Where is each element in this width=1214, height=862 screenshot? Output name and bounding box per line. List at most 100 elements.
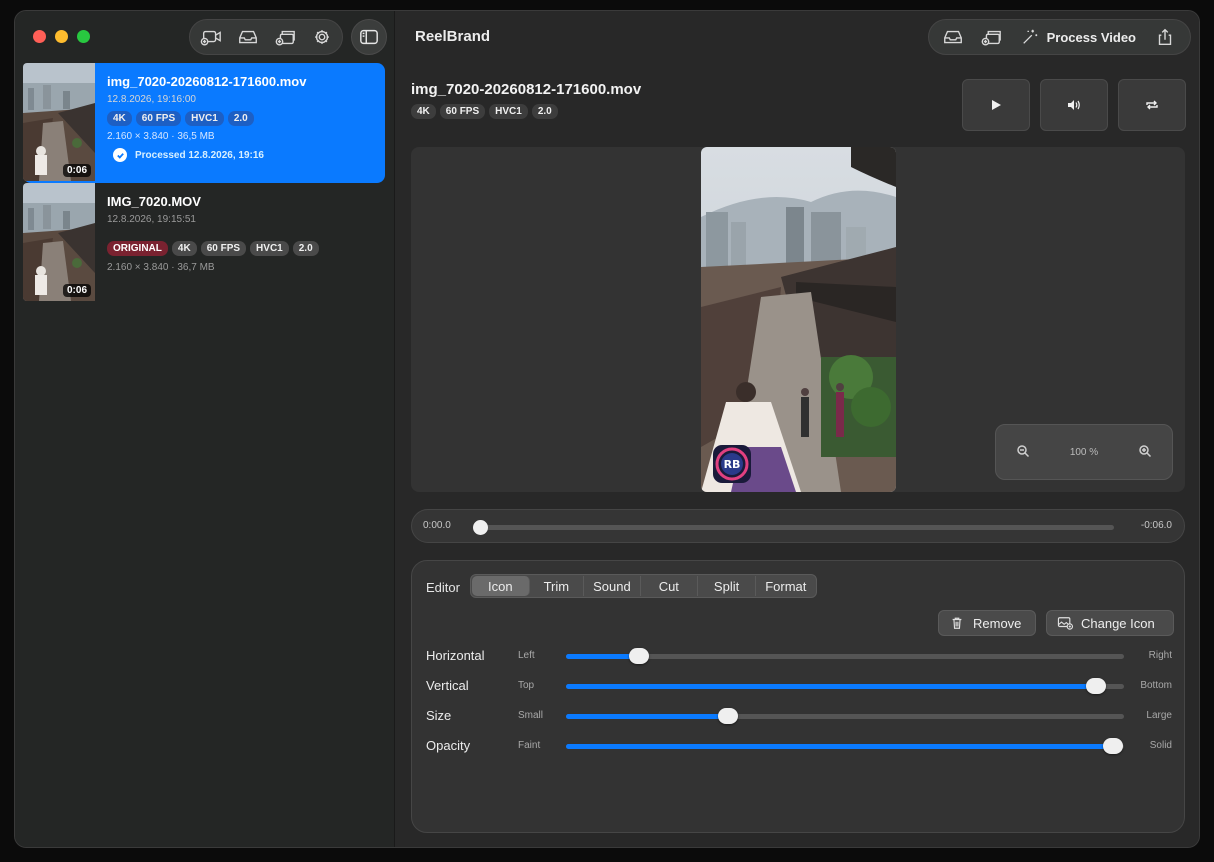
slider-knob[interactable] (1102, 738, 1123, 754)
checkmark-icon (113, 148, 127, 162)
close-window-button[interactable] (33, 30, 46, 43)
slider-min-label: Top (518, 680, 535, 691)
trash-icon (952, 617, 962, 629)
slider-min-label: Faint (518, 740, 541, 751)
loop-button[interactable] (1118, 79, 1186, 131)
slider-track[interactable] (566, 708, 1124, 724)
play-icon (992, 100, 1001, 110)
file-name: IMG_7020.MOV (107, 194, 201, 209)
tab-trim[interactable]: Trim (530, 576, 585, 596)
tab-sound[interactable]: Sound (584, 576, 641, 596)
slider-max-label: Bottom (1140, 680, 1172, 691)
slider-fill (566, 654, 639, 659)
speaker-icon (1068, 100, 1080, 110)
tab-split[interactable]: Split (698, 576, 757, 596)
inbox-icon[interactable] (937, 20, 969, 54)
slider-fill (566, 744, 1113, 749)
editor-label: Editor (426, 580, 460, 595)
badge-codec: HVC1 (185, 111, 224, 126)
video-badges: 4K 60 FPS HVC1 2.0 (411, 104, 558, 119)
slider-horizontal: Horizontal Left Right (426, 646, 1172, 666)
slider-track[interactable] (566, 648, 1124, 664)
badge-audio: 2.0 (227, 111, 254, 126)
overlay-logo-text: RB (724, 458, 741, 471)
main-toolbar: Process Video (927, 19, 1191, 55)
zoom-window-button[interactable] (77, 30, 90, 43)
badge-fps: 60 FPS (200, 241, 247, 256)
editor-panel: Editor Icon Trim Sound Cut Split Format … (411, 560, 1185, 833)
badge-codec: HVC1 (250, 241, 289, 256)
slider-knob[interactable] (1086, 678, 1107, 694)
file-resolution: 2.160 × 3.840 · 36,5 MB (107, 131, 215, 142)
photo-icon (1057, 617, 1073, 630)
duration-label: 0:06 (62, 284, 91, 297)
zoom-level: 100 % (1069, 446, 1099, 458)
file-name: img_7020-20260812-171600.mov (107, 74, 307, 89)
slider-track[interactable] (566, 738, 1124, 754)
minimize-window-button[interactable] (55, 30, 68, 43)
gear-icon[interactable] (303, 20, 340, 54)
zoom-control: 100 % (995, 424, 1173, 480)
video-frame: RB (701, 147, 896, 492)
tab-cut[interactable]: Cut (641, 576, 698, 596)
file-date: 12.8.2026, 19:15:51 (107, 214, 196, 225)
file-date: 12.8.2026, 19:16:00 (107, 94, 196, 105)
processed-label: Processed 12.8.2026, 19:16 (135, 149, 264, 161)
video-title: img_7020-20260812-171600.mov (411, 81, 642, 98)
slider-knob[interactable] (628, 648, 649, 664)
street-scene-image: RB (701, 147, 896, 492)
badge-resolution: 4K (171, 241, 197, 256)
badge-audio: 2.0 (292, 241, 319, 256)
change-icon-label: Change Icon (1081, 615, 1155, 631)
timeline-playhead[interactable] (473, 520, 488, 535)
slider-vertical: Vertical Top Bottom (426, 676, 1172, 696)
zoom-out-button[interactable] (1016, 444, 1030, 461)
main-panel: ReelBrand Process Video img_7020-2026081… (395, 11, 1199, 847)
inbox-icon[interactable] (229, 20, 266, 54)
tab-format[interactable]: Format (756, 576, 815, 596)
remove-icon-button[interactable]: Remove (938, 610, 1036, 636)
sidebar: 0:06 img_7020-20260812-171600.mov 12.8.2… (15, 11, 395, 847)
file-list-item[interactable]: 0:06 IMG_7020.MOV 12.8.2026, 19:15:51 OR… (23, 183, 385, 303)
timeline-track[interactable] (473, 520, 1114, 535)
process-video-label: Process Video (1046, 29, 1136, 45)
timeline[interactable]: 0:00.0 -0:06.0 (411, 509, 1185, 543)
duration-label: 0:06 (62, 164, 91, 177)
change-icon-button[interactable]: Change Icon (1046, 610, 1174, 636)
slider-min-label: Small (518, 710, 544, 721)
editor-tabs: Icon Trim Sound Cut Split Format (470, 574, 818, 598)
slider-track[interactable] (566, 678, 1124, 694)
time-remaining: -0:06.0 (1140, 520, 1172, 531)
badge-fps: 60 FPS (135, 111, 182, 126)
stack-icon[interactable] (973, 20, 1009, 54)
slider-max-label: Solid (1149, 740, 1172, 751)
play-button[interactable] (962, 79, 1030, 131)
file-list-item[interactable]: 0:06 img_7020-20260812-171600.mov 12.8.2… (23, 63, 385, 183)
sidebar-toolbar (189, 19, 343, 55)
volume-button[interactable] (1040, 79, 1108, 131)
remove-label: Remove (973, 615, 1022, 631)
file-badges: ORIGINAL 4K 60 FPS HVC1 2.0 (107, 241, 319, 256)
slider-label: Horizontal (426, 648, 485, 663)
add-video-icon[interactable] (192, 20, 229, 54)
zoom-in-button[interactable] (1138, 444, 1152, 461)
share-icon[interactable] (1148, 20, 1182, 54)
sidebar-toggle-button[interactable] (351, 19, 387, 55)
slider-min-label: Left (518, 650, 535, 661)
file-badges: 4K 60 FPS HVC1 2.0 (107, 111, 254, 126)
badge-audio: 2.0 (531, 104, 558, 119)
badge-resolution: 4K (411, 104, 436, 119)
slider-max-label: Large (1146, 710, 1172, 721)
slider-max-label: Right (1148, 650, 1172, 661)
slider-fill (566, 684, 1097, 689)
slider-size: Size Small Large (426, 706, 1172, 726)
slider-knob[interactable] (717, 708, 738, 724)
tab-icon[interactable]: Icon (472, 576, 530, 596)
video-preview[interactable]: RB 100 % (411, 147, 1185, 492)
sparkles-icon (1022, 29, 1037, 44)
stack-icon[interactable] (266, 20, 303, 54)
repeat-icon (1146, 100, 1158, 110)
slider-label: Opacity (426, 738, 471, 753)
badge-codec: HVC1 (489, 104, 528, 119)
process-video-button[interactable]: Process Video (1013, 28, 1144, 46)
